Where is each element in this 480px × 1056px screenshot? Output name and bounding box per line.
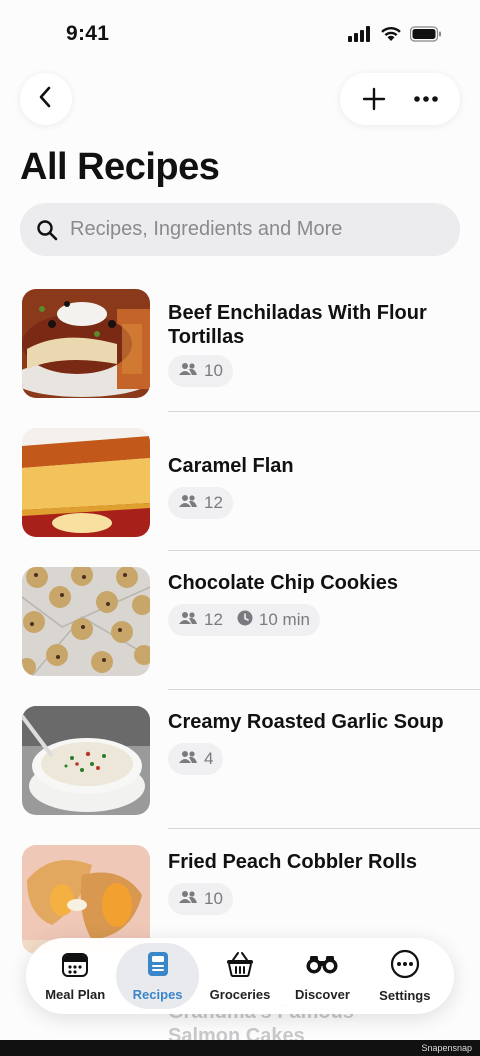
cook-time: 10 min [258,610,310,629]
tab-label: Settings [379,988,431,1003]
recipe-row[interactable]: Caramel Flan 12 [0,412,480,551]
tab-label: Recipes [132,987,183,1002]
recipe-title: Fried Peach Cobbler Rolls [168,851,417,873]
recipe-row[interactable]: Beef Enchiladas With Flour Tortillas 10 [0,273,480,412]
servings-chip: 12 10 min [168,604,320,636]
recipe-card-icon [144,950,172,983]
servings-count: 12 [204,610,223,629]
servings-count: 4 [204,749,214,768]
recipe-meta: 4 [168,743,224,775]
servings-count: 12 [204,493,223,512]
ellipsis-circle-icon [390,949,420,984]
recipe-meta: 12 10 min [168,604,320,636]
recipe-thumbnail-garlic-soup [22,706,150,815]
add-recipe-button[interactable] [354,79,394,119]
recipe-thumbnail-cookies [22,567,150,676]
people-icon [178,889,198,909]
search-bar[interactable] [20,203,460,256]
battery-icon [409,26,442,47]
tab-settings[interactable]: Settings [364,943,446,1009]
recipe-title: Chocolate Chip Cookies [168,572,399,594]
basket-icon [225,950,255,983]
search-input[interactable] [70,218,450,241]
clock-icon [237,610,253,631]
recipe-meta: 12 [168,487,233,519]
people-icon [178,361,198,381]
bottom-strip [0,1040,480,1056]
tab-label: Discover [294,987,350,1002]
servings-chip: 4 [168,743,224,775]
recipe-thumbnail-flan [22,428,150,537]
calendar-icon [61,950,89,983]
recipe-meta: 10 [168,355,233,387]
recipe-row[interactable]: Chocolate Chip Cookies 12 10 min [0,551,480,690]
back-button[interactable] [20,73,72,125]
recipe-row[interactable]: Creamy Roasted Garlic Soup 4 [0,690,480,829]
page-title: All Recipes [20,146,220,188]
status-time: 9:41 [66,22,110,45]
chevron-left-icon [36,85,56,114]
tab-groceries[interactable]: Groceries [199,943,281,1009]
wifi-icon [380,26,402,47]
more-options-button[interactable] [406,79,446,119]
tab-label: Groceries [209,987,271,1002]
search-icon [36,218,60,242]
recipe-thumbnail-enchiladas [22,289,150,398]
recipe-title: Caramel Flan [168,455,294,477]
servings-count: 10 [204,889,223,908]
status-icons [348,26,442,47]
watermark: Snapensnap [421,1043,472,1053]
people-icon [178,749,198,769]
recipe-list: Beef Enchiladas With Flour Tortillas 10 … [0,273,480,968]
tab-bar: Meal Plan Recipes Groceries Discover Set… [26,938,454,1014]
servings-count: 10 [204,361,223,380]
servings-chip: 10 [168,883,233,915]
recipe-title: Creamy Roasted Garlic Soup [168,711,444,733]
tab-label: Meal Plan [45,987,106,1002]
people-icon [178,493,198,513]
recipe-meta: 10 [168,883,233,915]
recipe-title: Beef Enchiladas With Flour Tortillas [168,302,427,348]
people-icon [178,610,198,630]
cellular-signal-icon [348,26,372,47]
status-bar: 9:41 [0,0,480,70]
tab-meal-plan[interactable]: Meal Plan [34,943,116,1009]
servings-chip: 12 [168,487,233,519]
tab-discover[interactable]: Discover [281,943,363,1009]
nav-actions-group [340,73,460,125]
tab-recipes[interactable]: Recipes [116,943,199,1009]
binoculars-icon [305,950,339,983]
servings-chip: 10 [168,355,233,387]
